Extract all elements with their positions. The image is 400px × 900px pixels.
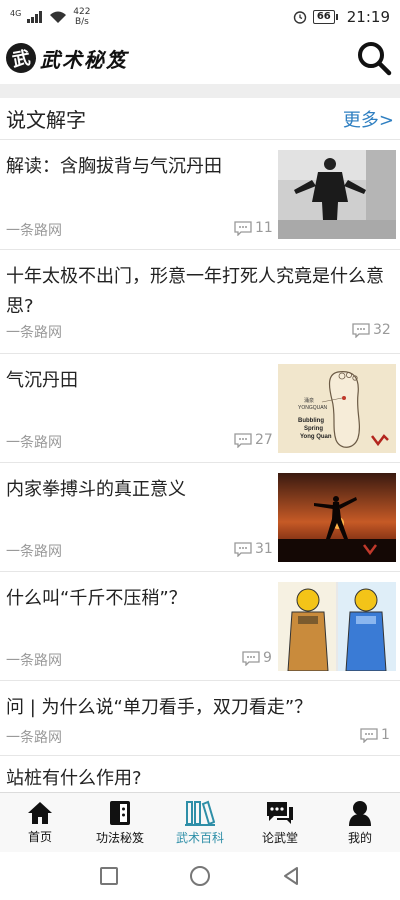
article-source: 一条路网 bbox=[6, 325, 62, 341]
net-speed-unit: B/s bbox=[74, 17, 89, 27]
article-title: 十年太极不出门，形意一年打死人究竟是什么意思? bbox=[6, 266, 384, 317]
comment-count: 31 bbox=[234, 541, 273, 557]
comment-count: 27 bbox=[234, 432, 273, 448]
status-left: 4G 422 B/s bbox=[10, 7, 90, 27]
tab-label: 论武堂 bbox=[261, 830, 298, 845]
comment-count: 11 bbox=[234, 220, 273, 236]
article-source: 一条路网 bbox=[6, 544, 62, 560]
more-link[interactable]: 更多> bbox=[343, 106, 394, 132]
article-list: 解读：含胸拔背与气沉丹田 一条路网 11 十年太极不出门，形意一年打死人究竟是什… bbox=[0, 140, 400, 816]
comment-count-value: 27 bbox=[255, 432, 273, 448]
tab-label: 功法秘笈 bbox=[95, 830, 144, 845]
section-title: 说文解字 bbox=[6, 108, 86, 132]
app-name: 武术秘笈 bbox=[40, 47, 128, 72]
clock: 21:19 bbox=[346, 8, 390, 26]
article-source: 一条路网 bbox=[6, 653, 62, 669]
user-icon bbox=[349, 800, 371, 826]
article-source: 一条路网 bbox=[6, 730, 62, 746]
list-item[interactable]: 十年太极不出门，形意一年打死人究竟是什么意思? 一条路网 32 bbox=[0, 250, 400, 354]
section-header: 说文解字 更多> bbox=[0, 98, 400, 140]
book-icon bbox=[110, 800, 130, 825]
library-icon bbox=[185, 800, 215, 826]
home-icon bbox=[28, 801, 52, 824]
recent-apps-icon[interactable] bbox=[99, 866, 119, 886]
network-type: 4G bbox=[10, 8, 22, 18]
comment-count: 1 bbox=[360, 727, 390, 743]
article-thumbnail bbox=[278, 582, 396, 671]
app-bar: 武 武术秘笈 bbox=[0, 34, 400, 82]
thumb-label-en-2: Spring bbox=[304, 426, 323, 432]
back-icon[interactable] bbox=[281, 866, 301, 886]
list-item[interactable]: 气沉丹田 一条路网 27 涌泉 YONGQUAN Bubbling Spring… bbox=[0, 354, 400, 463]
comment-icon bbox=[234, 220, 252, 236]
article-thumbnail bbox=[278, 150, 396, 239]
tab-label: 武术百科 bbox=[175, 830, 224, 845]
article-source: 一条路网 bbox=[6, 435, 62, 451]
comment-count-value: 1 bbox=[381, 727, 390, 743]
comment-count-value: 9 bbox=[263, 650, 272, 666]
list-item[interactable]: 问 | 为什么说“单刀看手，双刀看走”？ 一条路网 1 bbox=[0, 681, 400, 756]
comment-icon bbox=[234, 541, 252, 557]
article-title: 气沉丹田 bbox=[6, 370, 78, 391]
thumb-label-en-3: Yong Quan bbox=[300, 434, 332, 440]
battery-indicator: 66 bbox=[312, 10, 338, 24]
article-title: 内家拳搏斗的真正意义 bbox=[6, 479, 186, 500]
comment-count: 32 bbox=[352, 322, 391, 338]
thumb-label-en-1: Bubbling bbox=[298, 418, 324, 424]
article-thumbnail: 涌泉 YONGQUAN Bubbling Spring Yong Quan bbox=[278, 364, 396, 453]
net-speed-value: 422 bbox=[73, 7, 91, 17]
article-title: 站桩有什么作用? bbox=[6, 768, 142, 789]
list-item[interactable]: 内家拳搏斗的真正意义 一条路网 31 bbox=[0, 463, 400, 572]
signal-icon bbox=[27, 11, 43, 23]
tab-profile[interactable]: 我的 bbox=[320, 793, 400, 852]
system-nav-bar bbox=[0, 852, 400, 900]
list-item[interactable]: 解读：含胸拔背与气沉丹田 一条路网 11 bbox=[0, 140, 400, 250]
home-nav-icon[interactable] bbox=[189, 865, 211, 887]
article-title: 解读：含胸拔背与气沉丹田 bbox=[6, 156, 222, 177]
alarm-icon bbox=[293, 11, 307, 24]
article-title: 问 | 为什么说“单刀看手，双刀看走”？ bbox=[6, 697, 313, 718]
section-divider bbox=[0, 84, 400, 98]
app-logo: 武 武术秘笈 bbox=[3, 40, 128, 76]
bottom-tab-bar: 首页 功法秘笈 武术百科 论武堂 我的 bbox=[0, 792, 400, 852]
logo-mark: 武 bbox=[3, 40, 39, 76]
comment-count-value: 31 bbox=[255, 541, 273, 557]
comment-count-value: 32 bbox=[373, 322, 391, 338]
search-button[interactable] bbox=[354, 38, 394, 78]
comment-count-value: 11 bbox=[255, 220, 273, 236]
comment-icon bbox=[360, 727, 378, 743]
tab-label: 首页 bbox=[27, 829, 52, 844]
comment-count: 9 bbox=[242, 650, 272, 666]
comment-icon bbox=[352, 322, 370, 338]
chat-icon bbox=[267, 801, 293, 824]
tab-techniques[interactable]: 功法秘笈 bbox=[80, 793, 160, 852]
article-thumbnail bbox=[278, 473, 396, 562]
article-title: 什么叫“千斤不压稍”？ bbox=[6, 588, 187, 609]
tab-encyclopedia[interactable]: 武术百科 bbox=[160, 793, 240, 852]
article-source: 一条路网 bbox=[6, 223, 62, 239]
tab-label: 我的 bbox=[347, 830, 372, 845]
comment-icon bbox=[242, 650, 260, 666]
status-right: 66 21:19 bbox=[293, 8, 390, 26]
search-icon bbox=[358, 42, 392, 76]
status-bar: 4G 422 B/s 66 21:19 bbox=[0, 0, 400, 34]
thumb-label-pinyin: YONGQUAN bbox=[298, 405, 328, 411]
net-speed: 422 B/s bbox=[73, 7, 90, 27]
wifi-icon bbox=[50, 11, 67, 23]
list-item[interactable]: 什么叫“千斤不压稍”？ 一条路网 9 bbox=[0, 572, 400, 681]
tab-forum[interactable]: 论武堂 bbox=[240, 793, 320, 852]
comment-icon bbox=[234, 432, 252, 448]
tab-home[interactable]: 首页 bbox=[0, 793, 80, 852]
thumb-label-cn: 涌泉 bbox=[304, 397, 314, 404]
